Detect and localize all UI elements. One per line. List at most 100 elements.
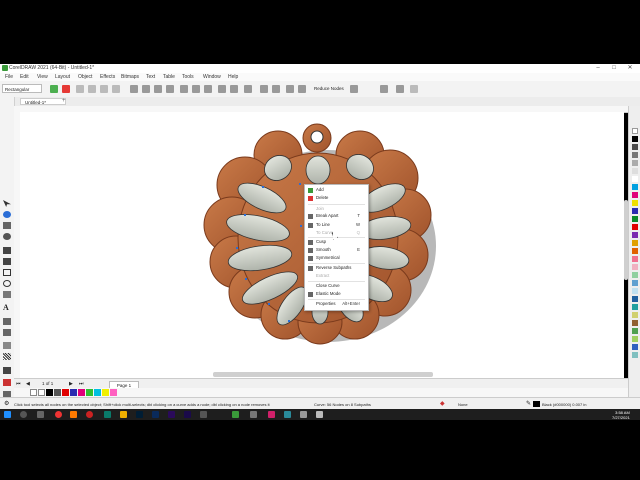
color-swatch-mint[interactable]	[632, 272, 638, 278]
app-icon-2[interactable]	[250, 411, 257, 418]
rotate-nodes-icon[interactable]	[230, 85, 238, 93]
color-swatch-yellow[interactable]	[632, 200, 638, 206]
rectangle-tool-icon[interactable]	[3, 269, 11, 276]
ctx-to-curve[interactable]: To Curve	[316, 230, 333, 235]
menu-table[interactable]: Table	[163, 74, 175, 80]
drop-shadow-tool-icon[interactable]	[3, 342, 11, 349]
reflect-horizontal-icon[interactable]	[260, 85, 268, 93]
eyedropper-tool-icon[interactable]	[3, 367, 11, 374]
shape-tool-icon[interactable]	[3, 211, 11, 218]
curve-smoothness-icon[interactable]	[350, 85, 358, 93]
ctx-join[interactable]: Join	[316, 206, 324, 211]
color-swatch-lime[interactable]	[632, 336, 638, 342]
color-swatch-cyan[interactable]	[632, 184, 638, 190]
close-button[interactable]: ✕	[624, 64, 636, 73]
color-swatch-royal[interactable]	[632, 344, 638, 350]
app-gray-icon[interactable]	[200, 411, 207, 418]
menu-bitmaps[interactable]: Bitmaps	[121, 74, 139, 80]
document-tab[interactable]: Untitled-1*	[20, 98, 66, 105]
menu-tools[interactable]: Tools	[182, 74, 194, 80]
ctx-reverse-subpaths[interactable]: Reverse Subpaths	[316, 265, 351, 270]
menu-file[interactable]: File	[5, 74, 13, 80]
ctx-symmetrical[interactable]: Symmetrical	[316, 255, 340, 260]
maximize-button[interactable]: □	[608, 64, 620, 73]
close-curve-icon[interactable]	[204, 85, 212, 93]
clock[interactable]: 3:58 AM 7/27/2021	[612, 410, 630, 420]
add-icon[interactable]	[410, 85, 418, 93]
coreldraw-taskbar-icon[interactable]	[232, 411, 239, 418]
ctx-cusp[interactable]: Cusp	[316, 239, 326, 244]
color-swatch-blue[interactable]	[632, 208, 638, 214]
menu-window[interactable]: Window	[203, 74, 221, 80]
ellipse-tool-icon[interactable]	[3, 280, 11, 287]
no-color-swatch[interactable]	[632, 128, 638, 134]
menu-view[interactable]: View	[37, 74, 48, 80]
parallel-dimension-tool-icon[interactable]	[3, 318, 11, 325]
vertical-scrollbar[interactable]	[624, 200, 628, 280]
elastic-mode-icon[interactable]	[286, 85, 294, 93]
extract-subpath-icon[interactable]	[192, 85, 200, 93]
color-swatch-light-pink[interactable]	[632, 264, 638, 270]
reduce-nodes-button[interactable]: Reduce Nodes	[314, 86, 344, 91]
color-swatch-green[interactable]	[632, 216, 638, 222]
document-palette-white[interactable]	[38, 389, 45, 396]
search-icon[interactable]	[20, 411, 27, 418]
ctx-properties[interactable]: Properties	[316, 301, 336, 306]
selection-mode-dropdown[interactable]: Rectangular	[2, 84, 42, 93]
horizontal-scrollbar[interactable]	[213, 372, 433, 377]
last-page-button[interactable]: ⏭	[79, 381, 84, 387]
file-explorer-icon[interactable]	[120, 411, 127, 418]
connector-tool-icon[interactable]	[3, 329, 11, 336]
fill-bucket-icon[interactable]: ◆	[440, 400, 445, 407]
document-palette-green[interactable]	[86, 389, 93, 396]
after-effects-icon[interactable]	[184, 411, 191, 418]
color-swatch-brown[interactable]	[632, 320, 638, 326]
app-pink-icon[interactable]	[268, 411, 275, 418]
extend-curve-icon[interactable]	[180, 85, 188, 93]
ctx-add[interactable]: Add	[316, 187, 324, 192]
windows-start-icon[interactable]	[4, 411, 11, 418]
color-swatch-leaf[interactable]	[632, 328, 638, 334]
break-curve-icon[interactable]	[88, 85, 96, 93]
color-swatch-khaki[interactable]	[632, 312, 638, 318]
reverse-direction-icon[interactable]	[166, 85, 174, 93]
color-swatch-gray-40[interactable]	[632, 160, 638, 166]
color-swatch-dark-orange[interactable]	[632, 248, 638, 254]
document-palette-pink[interactable]	[110, 389, 117, 396]
color-swatch-sky[interactable]	[632, 280, 638, 286]
previous-page-button[interactable]: ◀	[26, 381, 30, 387]
app-teal2-icon[interactable]	[284, 411, 291, 418]
color-swatch-purple[interactable]	[632, 232, 638, 238]
color-swatch-gray-90[interactable]	[632, 144, 638, 150]
interactive-fill-tool-icon[interactable]	[3, 379, 11, 386]
premiere-icon[interactable]	[168, 411, 175, 418]
document-palette-magenta[interactable]	[78, 389, 85, 396]
minimize-button[interactable]: –	[592, 64, 604, 73]
ctx-break-apart[interactable]: Break Apart	[316, 213, 338, 218]
pick-tool-icon[interactable]	[3, 200, 11, 207]
first-page-button[interactable]: ⏮	[16, 381, 21, 387]
menu-edit[interactable]: Edit	[20, 74, 29, 80]
app-red-icon[interactable]	[86, 411, 93, 418]
color-swatch-pale-blue[interactable]	[632, 288, 638, 294]
menu-object[interactable]: Object	[78, 74, 92, 80]
illustrator-icon[interactable]	[70, 411, 77, 418]
settings-gear-icon[interactable]: ⚙	[4, 400, 9, 407]
delete-node-icon[interactable]	[62, 85, 70, 93]
color-swatch-pink[interactable]	[632, 256, 638, 262]
document-palette-red[interactable]	[62, 389, 69, 396]
node-distance-icon[interactable]	[380, 85, 388, 93]
color-swatch-navy[interactable]	[632, 296, 638, 302]
smooth-node-icon[interactable]	[142, 85, 150, 93]
color-swatch-teal[interactable]	[632, 304, 638, 310]
node-tweak-icon[interactable]	[396, 85, 404, 93]
artistic-media-tool-icon[interactable]	[3, 258, 11, 265]
document-palette-yellow[interactable]	[102, 389, 109, 396]
color-swatch-white[interactable]	[632, 176, 638, 182]
color-swatch-aqua[interactable]	[632, 352, 638, 358]
app-icon-4[interactable]	[316, 411, 323, 418]
app-teal-icon[interactable]	[104, 411, 111, 418]
ctx-close-curve[interactable]: Close Curve	[316, 283, 340, 288]
to-curve-icon[interactable]	[112, 85, 120, 93]
ctx-extract[interactable]: Extract	[316, 273, 329, 278]
